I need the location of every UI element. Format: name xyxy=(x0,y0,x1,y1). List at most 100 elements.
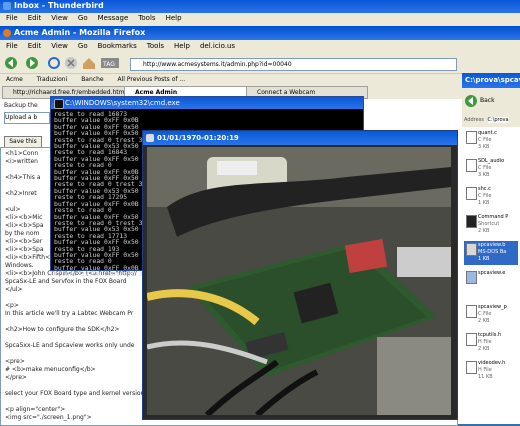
cmd-icon xyxy=(54,99,64,109)
editor-line: <h2>Inret xyxy=(5,190,37,197)
tb-menu-message[interactable]: Message xyxy=(98,13,129,24)
file-type: MS-DOS Ba xyxy=(478,249,507,255)
tab-acme-admin-label: Acme Admin xyxy=(135,89,178,96)
firefox-titlebar[interactable]: Acme Admin - Mozilla Firefox xyxy=(0,26,520,40)
c-file-icon xyxy=(466,305,477,318)
file-item[interactable]: quant.c C File 3 KB xyxy=(464,129,518,153)
editor-line: <img src="./screen_1.png"> xyxy=(5,414,92,421)
explorer-titlebar[interactable]: C:\prova\spcav xyxy=(462,73,520,88)
file-item[interactable]: SDL_audio C File 3 KB xyxy=(464,157,518,181)
file-size: 3 KB xyxy=(478,172,490,178)
editor-line: <li><b>Ser xyxy=(5,238,43,245)
ff-menu-delicious[interactable]: del.icio.us xyxy=(200,41,235,52)
explorer-window: C:\prova\spcav Back Address C:\prova qua… xyxy=(462,73,520,424)
ff-menu-edit[interactable]: Edit xyxy=(28,41,42,52)
file-type: C File xyxy=(478,311,492,317)
file-name: SDL_audio xyxy=(478,158,505,164)
url-bar[interactable]: http://www.acmesystems.it/admin.php?id=0… xyxy=(130,58,457,71)
c-file-icon xyxy=(466,159,477,172)
explorer-back-label[interactable]: Back xyxy=(480,97,495,104)
webcam-timestamp: 01/01/1970-01:20:19 xyxy=(157,134,239,142)
editor-line: <p> xyxy=(5,302,19,309)
bookmark-traduzioni[interactable]: Traduzioni xyxy=(37,76,68,83)
file-item[interactable]: Command P Shortcut 2 KB xyxy=(464,213,518,237)
backup-label: Backup the xyxy=(4,102,38,109)
file-size: 3 KB xyxy=(478,144,490,150)
explorer-title: C:\prova\spcav xyxy=(465,76,520,84)
file-item-selected[interactable]: spcaview.b MS-DOS Ba 1 KB xyxy=(464,241,518,265)
thunderbird-titlebar[interactable]: Inbox - Thunderbird xyxy=(0,0,520,13)
tb-menu-go[interactable]: Go xyxy=(78,13,88,24)
explorer-address-value: C:\prova xyxy=(487,117,509,123)
editor-line: Spca5xx-LE and Spcaview works only unde xyxy=(5,342,135,349)
editor-line: <li><b>Spa xyxy=(5,246,44,253)
file-type: C File xyxy=(478,165,492,171)
ff-menu-tools[interactable]: Tools xyxy=(147,41,164,52)
editor-line: # <b>make menuconfig</b> xyxy=(5,366,96,373)
tb-menu-edit[interactable]: Edit xyxy=(28,13,42,24)
tb-menu-help[interactable]: Help xyxy=(166,13,182,24)
webcam-titlebar[interactable]: 01/01/1970-01:20:19 xyxy=(143,131,457,145)
file-item[interactable]: videodev.h H File 11 KB xyxy=(464,359,518,383)
explorer-back-icon[interactable] xyxy=(464,94,478,108)
file-type: C File xyxy=(478,193,492,199)
editor-line: SpcaSx-LE and Servfox in the FOX Board xyxy=(5,278,127,285)
tag-icon[interactable]: TAG xyxy=(101,58,119,68)
file-size: 1 KB xyxy=(478,200,490,206)
file-size: 11 KB xyxy=(478,374,493,380)
bookmark-all-posts[interactable]: All Previous Posts of ... xyxy=(118,76,186,83)
ff-menu-bookmarks[interactable]: Bookmarks xyxy=(98,41,137,52)
file-item[interactable]: spcaview.e xyxy=(464,269,518,293)
explorer-address-bar[interactable]: Address C:\prova xyxy=(462,115,520,125)
tb-menu-file[interactable]: File xyxy=(6,13,18,24)
ff-menu-file[interactable]: File xyxy=(6,41,18,52)
home-icon[interactable] xyxy=(83,58,95,69)
webcam-image xyxy=(147,147,451,415)
editor-line: <h1>Conn xyxy=(5,150,39,157)
h-file-icon xyxy=(466,333,477,346)
c-file-icon xyxy=(466,187,477,200)
editor-line: Windows. xyxy=(5,262,34,269)
thunderbird-icon xyxy=(3,2,11,10)
bookmarks-toolbar: Acme Traduzioni Banche All Previous Post… xyxy=(0,73,520,86)
bookmark-acme[interactable]: Acme xyxy=(6,76,23,83)
editor-line: <h2>How to configure the SDK</h2> xyxy=(5,326,120,333)
stop-icon[interactable] xyxy=(65,57,77,69)
tb-menu-tools[interactable]: Tools xyxy=(138,13,155,24)
file-item[interactable]: tcputils.h H File 2 KB xyxy=(464,331,518,355)
tb-menu-view[interactable]: View xyxy=(51,13,68,24)
editor-line: by the nom xyxy=(5,230,40,237)
file-item[interactable]: spcaview_p C File 2 KB xyxy=(464,303,518,327)
editor-line: In this article we'll try a Labtec Webca… xyxy=(5,310,134,317)
save-label: Save this xyxy=(9,138,37,145)
bookmark-banche[interactable]: Banche xyxy=(81,76,103,83)
file-size: 2 KB xyxy=(478,228,490,234)
thunderbird-title: Inbox - Thunderbird xyxy=(14,1,104,10)
ff-menu-help[interactable]: Help xyxy=(174,41,190,52)
firefox-icon xyxy=(3,29,11,37)
file-type: C File xyxy=(478,137,492,143)
upload-field[interactable]: Upload a b xyxy=(4,112,50,124)
file-name: spcaview_p xyxy=(478,304,507,310)
file-size: 1 KB xyxy=(478,256,490,262)
file-type: Shortcut xyxy=(478,221,500,227)
batch-file-icon xyxy=(466,243,477,256)
editor-line: </pre> xyxy=(5,374,27,381)
ff-menu-go[interactable]: Go xyxy=(78,41,88,52)
explorer-file-list: quant.c C File 3 KB SDL_audio C File 3 KB sh… xyxy=(462,127,520,424)
back-icon[interactable] xyxy=(5,57,17,69)
explorer-address-label: Address xyxy=(464,117,484,123)
file-name: videodev.h xyxy=(478,360,506,366)
file-size: 2 KB xyxy=(478,318,490,324)
reload-icon[interactable] xyxy=(48,57,60,69)
ff-menu-view[interactable]: View xyxy=(51,41,68,52)
file-item[interactable]: shc.c C File 1 KB xyxy=(464,185,518,209)
editor-line: <p align="center"> xyxy=(5,406,66,413)
editor-line: <pre> xyxy=(5,358,25,365)
forward-icon[interactable] xyxy=(26,57,38,69)
cmd-titlebar[interactable]: C:\WINDOWS\system32\cmd.exe xyxy=(51,97,363,109)
firefox-title: Acme Admin - Mozilla Firefox xyxy=(14,28,146,37)
thunderbird-menubar: File Edit View Go Message Tools Help xyxy=(0,13,520,24)
editor-line: <h4>This a xyxy=(5,174,41,181)
webcam-photo xyxy=(147,147,451,415)
